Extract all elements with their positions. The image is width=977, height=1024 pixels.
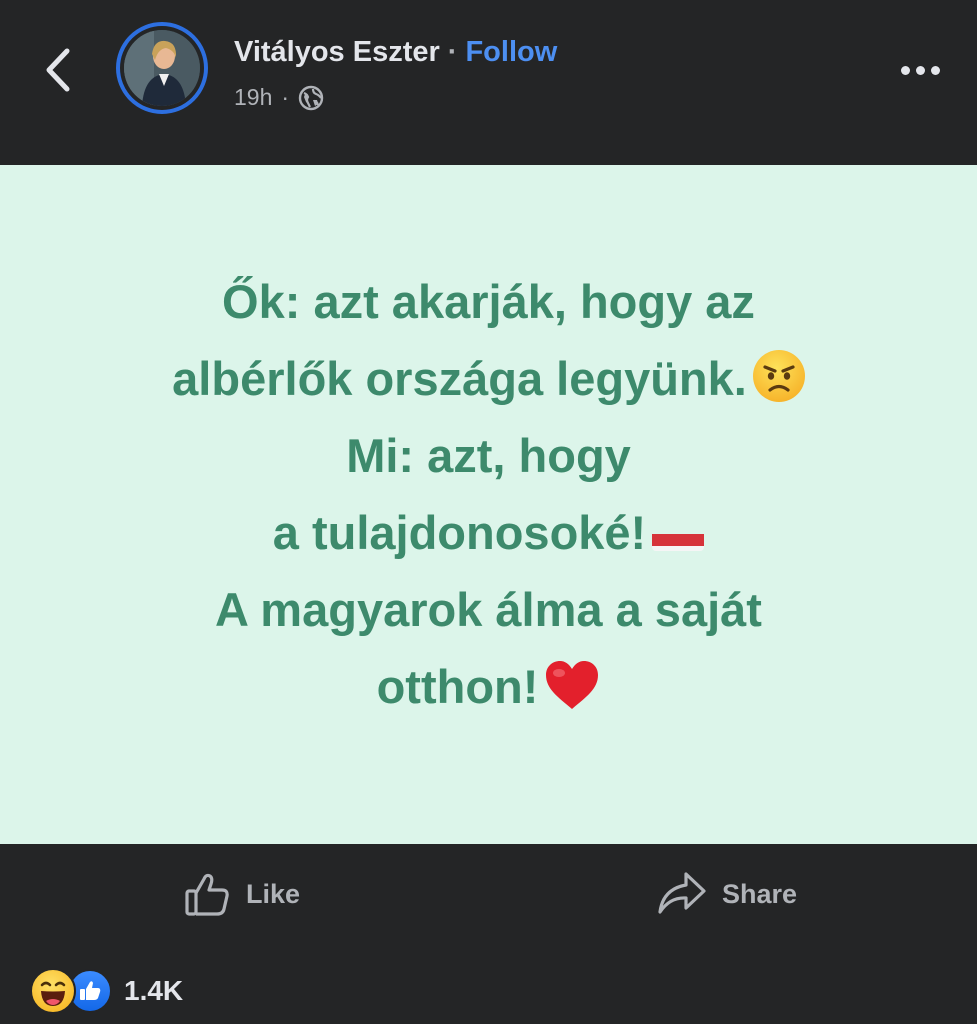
name-separator: · (447, 36, 458, 68)
post-actions: Like Share (0, 844, 977, 944)
avatar[interactable] (116, 22, 208, 114)
post-timestamp[interactable]: 19h (234, 84, 272, 111)
hungary-flag-emoji (652, 515, 705, 551)
laughing-face-reaction-icon (30, 968, 76, 1014)
thumbs-up-icon (185, 873, 229, 916)
post-header: Vitályos Eszter · Follow 19h · (0, 0, 977, 165)
post-line-1: Ők: azt akarják, hogy az (222, 274, 755, 328)
back-button[interactable] (30, 40, 86, 100)
author-row: Vitályos Eszter · Follow (234, 36, 557, 69)
post-line-4: a tulajdonosoké! (39, 494, 939, 571)
angry-face-emoji (752, 349, 805, 402)
post-content: Ők: azt akarják, hogy az albérlők ország… (0, 165, 977, 844)
avatar-image (124, 30, 200, 106)
red-heart-emoji (544, 656, 600, 709)
reaction-count: 1.4K (124, 975, 184, 1006)
share-button[interactable]: Share (656, 868, 797, 920)
globe-icon (298, 85, 324, 110)
like-label: Like (246, 878, 301, 909)
share-label: Share (722, 878, 798, 909)
like-button[interactable]: Like (184, 868, 300, 920)
share-arrow-icon (658, 872, 706, 914)
more-options-button[interactable] (888, 52, 952, 88)
more-horizontal-icon (900, 65, 910, 75)
post-line-2: albérlők országa legyünk. (39, 340, 939, 417)
reactions-summary[interactable]: 1.4K (30, 966, 183, 1016)
chevron-left-icon (46, 48, 70, 92)
author-name[interactable]: Vitályos Eszter (234, 36, 440, 69)
post-line-3: Mi: azt, hogy (346, 428, 631, 482)
post-meta: 19h · (234, 84, 324, 111)
post-line-5: A magyarok álma a saját (215, 582, 762, 636)
post-text: Ők: azt akarják, hogy az albérlők ország… (39, 263, 939, 725)
meta-separator: · (281, 84, 290, 110)
follow-button[interactable]: Follow (465, 36, 557, 69)
post-line-6: otthon! (39, 648, 939, 725)
